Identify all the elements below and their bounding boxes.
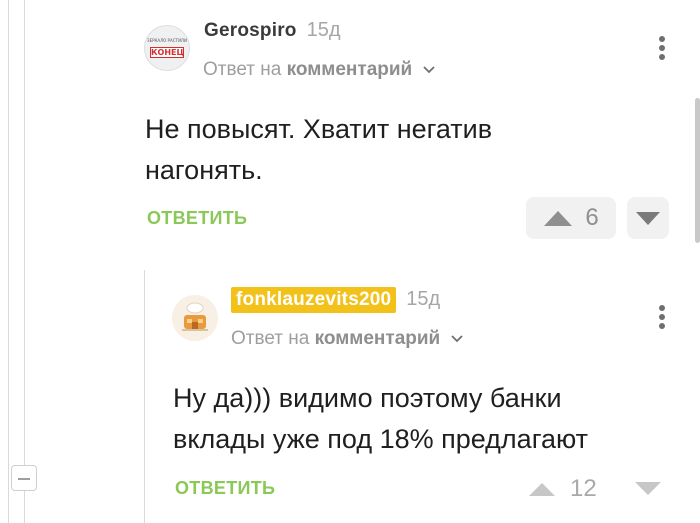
- comment-menu-icon[interactable]: [658, 305, 666, 332]
- chevron-down-icon[interactable]: [450, 334, 464, 344]
- comment-body-line: Ну да))) видимо поэтому банки: [173, 383, 562, 413]
- reply-to-prefix: Ответ на: [231, 328, 310, 349]
- author-name[interactable]: Gerospiro: [204, 20, 297, 42]
- chevron-down-icon[interactable]: [422, 65, 436, 75]
- avatar-sign: КОНЕЦ: [150, 47, 184, 58]
- reply-button[interactable]: ОТВЕТИТЬ: [147, 208, 247, 229]
- thread-line-outer-1: [8, 0, 9, 523]
- scrollbar[interactable]: [695, 98, 700, 243]
- triangle-down-icon: [636, 212, 660, 225]
- thread-line-reply: [144, 270, 145, 523]
- avatar-image: [172, 295, 218, 341]
- reply-to-target[interactable]: комментарий: [287, 59, 413, 80]
- collapse-thread-icon[interactable]: [11, 465, 37, 491]
- avatar[interactable]: ЗЕРКАЛО РАСТИЛИ КОНЕЦ: [144, 25, 190, 71]
- comment-body-line: вклады уже под 18% предлагают: [173, 424, 588, 454]
- reply-to-target[interactable]: комментарий: [315, 328, 441, 349]
- rating-count: 6: [585, 204, 599, 231]
- triangle-up-icon: [529, 483, 555, 496]
- comment-menu-icon[interactable]: [658, 36, 666, 63]
- triangle-up-icon: [544, 211, 573, 226]
- downvote-button[interactable]: [627, 197, 669, 239]
- upvote-button[interactable]: 12: [528, 475, 598, 502]
- thread-line-outer-2: [24, 0, 25, 465]
- comment-time: 15д: [406, 288, 441, 310]
- avatar[interactable]: [172, 295, 218, 341]
- reply-to-link[interactable]: Ответ на комментарий: [231, 328, 464, 350]
- reply-button[interactable]: ОТВЕТИТЬ: [175, 478, 275, 499]
- upvote-button[interactable]: 6: [526, 197, 616, 239]
- reply-to-prefix: Ответ на: [203, 59, 282, 80]
- avatar-caption: ЗЕРКАЛО РАСТИЛИ: [147, 38, 187, 43]
- comment-body-line: Не повысят. Хватит негатив: [145, 114, 493, 144]
- downvote-button[interactable]: [634, 480, 664, 498]
- comment-time: 15д: [306, 19, 341, 41]
- comment-body-line: нагонять.: [145, 155, 263, 185]
- comment-body: Не повысят. Хватит негатив нагонять.: [145, 109, 492, 191]
- reply-to-link[interactable]: Ответ на комментарий: [203, 59, 436, 81]
- rating-count: 12: [570, 475, 597, 502]
- comment-body: Ну да))) видимо поэтому банки вклады уже…: [173, 378, 588, 460]
- author-name[interactable]: fonklauzevits200: [231, 287, 397, 313]
- thread-line-outer-2-bottom: [24, 491, 25, 523]
- triangle-down-icon: [635, 482, 661, 495]
